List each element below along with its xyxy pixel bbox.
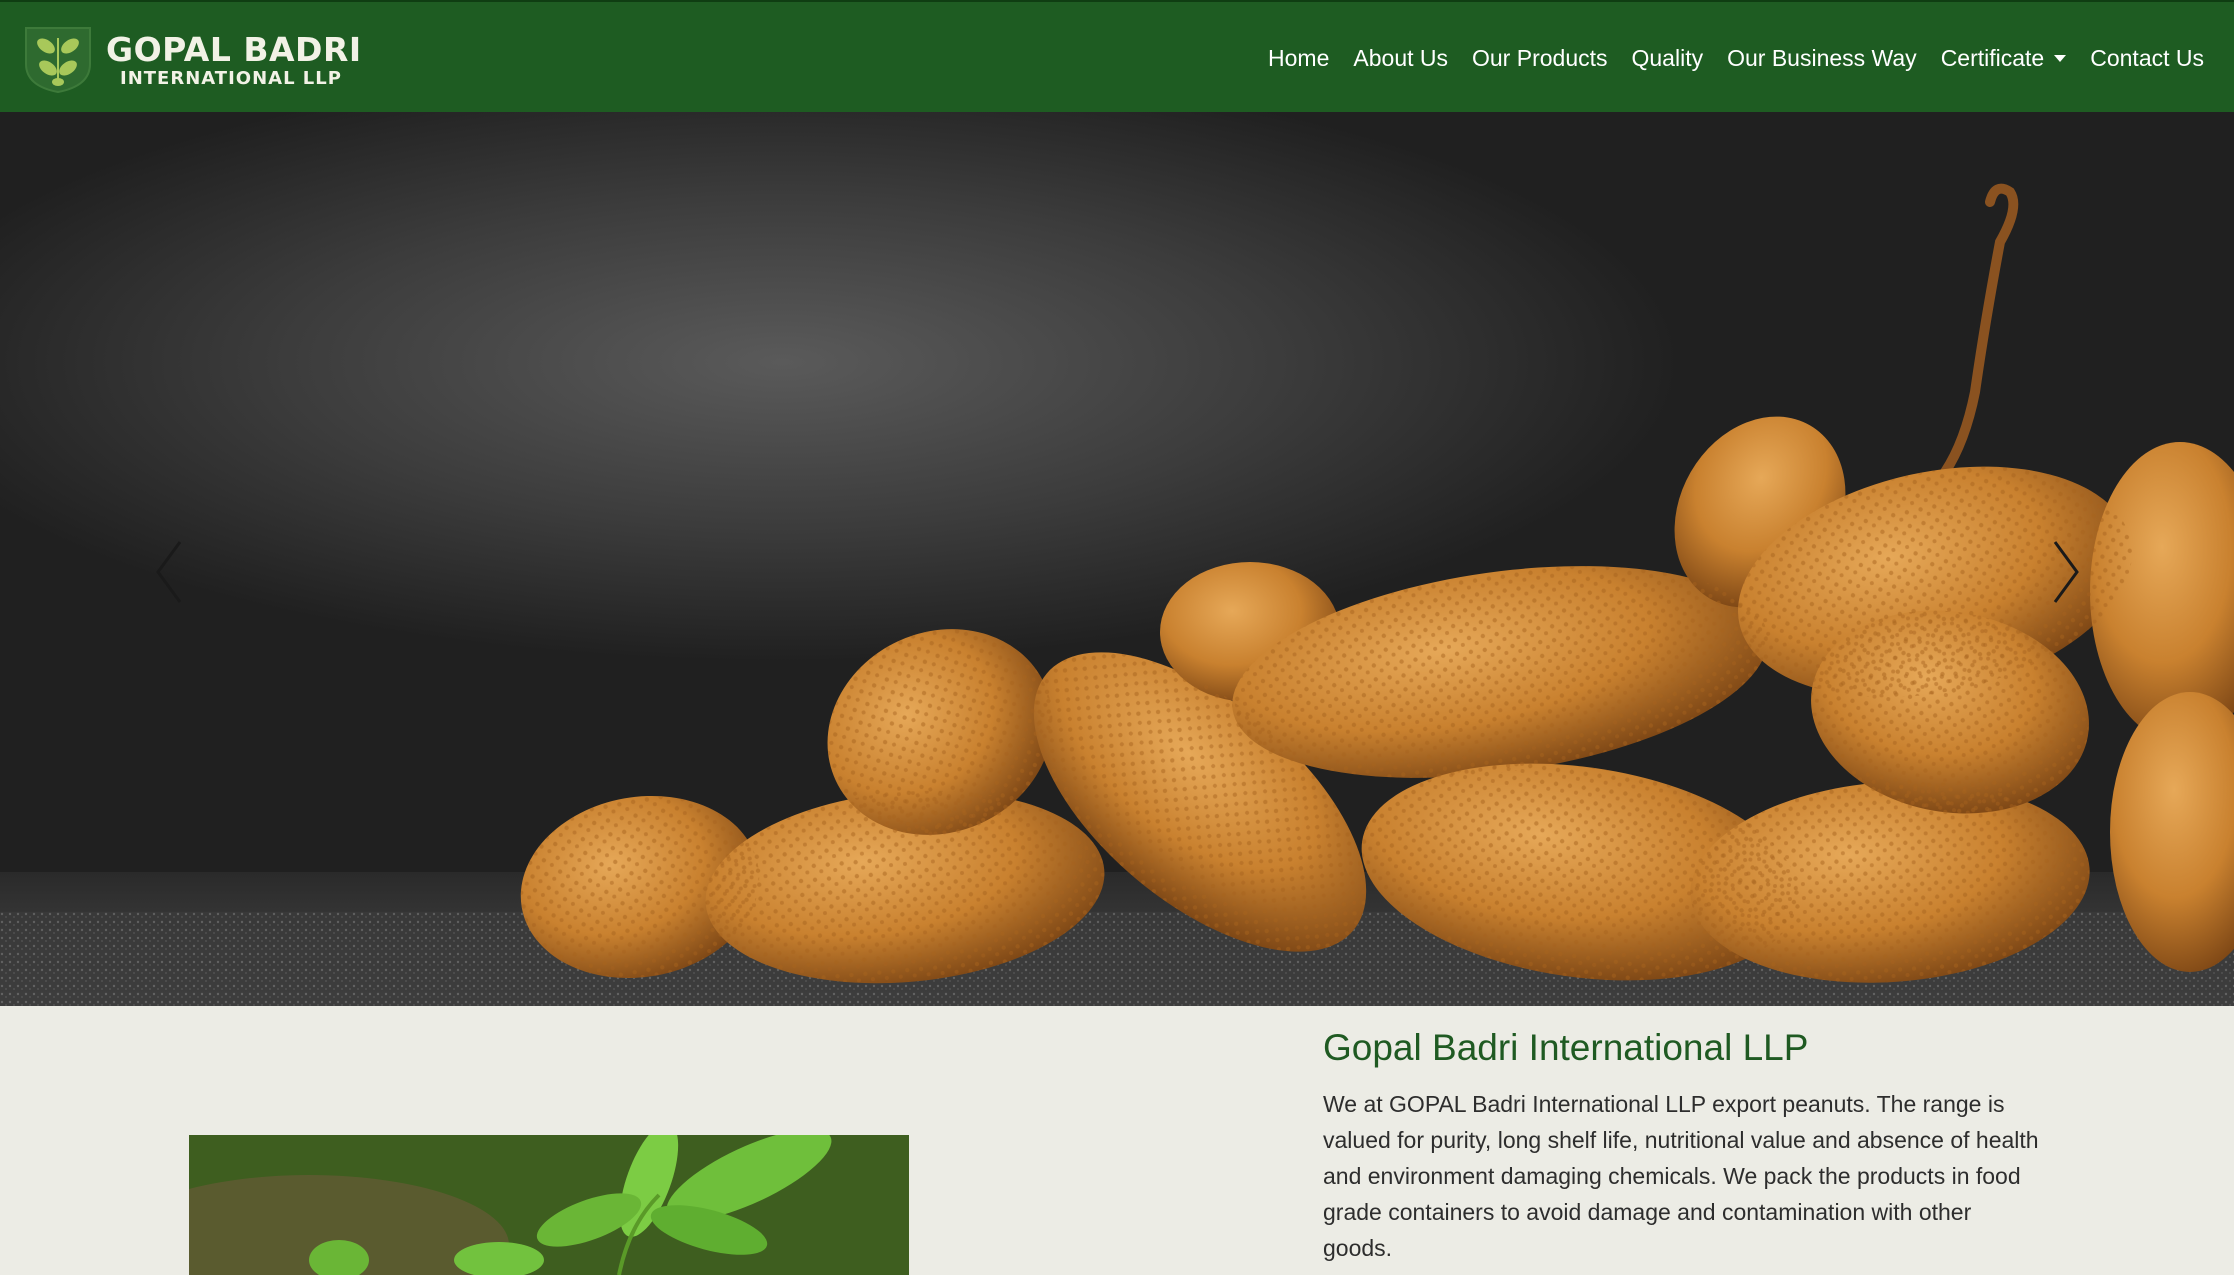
nav-certificate-dropdown[interactable]: Certificate: [1941, 45, 2067, 72]
brand-name: GOPAL BADRI: [106, 30, 362, 69]
brand-logo[interactable]: GOPAL BADRI INTERNATIONAL LLP: [22, 24, 361, 94]
peanuts-photo: [0, 183, 2234, 1006]
peanut-plant-photo: [189, 1135, 909, 1275]
carousel-next-button[interactable]: [2035, 532, 2095, 612]
carousel-prev-button[interactable]: [140, 532, 200, 612]
nav-home[interactable]: Home: [1268, 45, 1329, 72]
nav-quality[interactable]: Quality: [1632, 45, 1704, 72]
nav-our-business-way[interactable]: Our Business Way: [1727, 45, 1917, 72]
nav-our-products[interactable]: Our Products: [1472, 45, 1608, 72]
about-text: We at GOPAL Badri International LLP expo…: [1323, 1091, 2039, 1261]
brand-subtitle: INTERNATIONAL LLP: [120, 68, 342, 89]
about-title: Gopal Badri International LLP: [1323, 1027, 1809, 1068]
main-nav: Home About Us Our Products Quality Our B…: [1244, 2, 2204, 114]
nav-contact-us[interactable]: Contact Us: [2090, 45, 2204, 72]
nav-certificate-label: Certificate: [1940, 44, 2045, 71]
leaves-illustration: [189, 1135, 909, 1275]
leaf-shield-icon: [25, 27, 91, 94]
hero-carousel: [0, 112, 2234, 1006]
chevron-right-icon: [2053, 541, 2079, 603]
chevron-left-icon: [156, 541, 182, 603]
navbar: GOPAL BADRI INTERNATIONAL LLP Home About…: [0, 0, 2234, 112]
caret-down-icon: [2054, 54, 2067, 62]
nav-about-us[interactable]: About Us: [1353, 45, 1448, 72]
